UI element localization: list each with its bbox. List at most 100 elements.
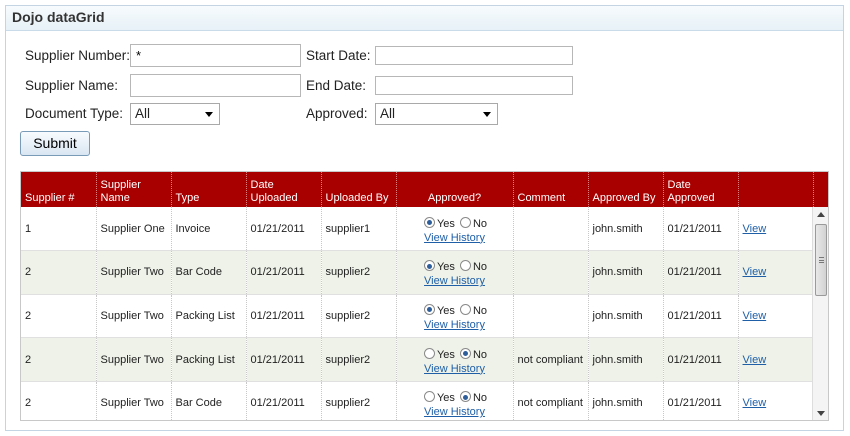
cell-type: Packing List — [171, 294, 247, 339]
cell-approved-by: john.smith — [588, 207, 664, 252]
cell-supplier-name: Supplier Two — [96, 337, 172, 382]
cell-supplier-name: Supplier Two — [96, 381, 172, 420]
header-type[interactable]: Type — [171, 172, 247, 207]
table-row[interactable]: 2 Supplier Two Packing List 01/21/2011 suppl… — [21, 294, 828, 339]
cell-approved-by: john.smith — [588, 250, 664, 295]
start-date-label: Start Date: — [306, 48, 371, 63]
approved-no-radio[interactable] — [459, 391, 471, 403]
table-row[interactable]: 2 Supplier Two Bar Code 01/21/2011 supplier2… — [21, 381, 828, 420]
header-comment[interactable]: Comment — [513, 172, 589, 207]
document-type-value: All — [135, 106, 151, 121]
view-history-link[interactable]: View History — [424, 319, 485, 331]
approved-no-radio[interactable] — [459, 347, 471, 359]
cell-approved: Yes No View History — [396, 294, 514, 339]
header-supplier-name[interactable]: Supplier Name — [96, 172, 172, 207]
scroll-up-arrow-icon[interactable] — [817, 212, 825, 217]
supplier-number-input[interactable] — [130, 44, 301, 67]
cell-date-uploaded: 01/21/2011 — [246, 337, 322, 382]
view-history-link[interactable]: View History — [424, 406, 485, 418]
cell-uploaded-by: supplier1 — [321, 207, 397, 252]
no-label: No — [472, 392, 488, 405]
header-scroll-spacer — [813, 172, 828, 207]
cell-uploaded-by: supplier2 — [321, 337, 397, 382]
view-link[interactable]: View — [743, 266, 767, 278]
cell-supplier-no: 2 — [21, 337, 97, 382]
cell-date-uploaded: 01/21/2011 — [246, 294, 322, 339]
cell-approved: Yes No View History — [396, 337, 514, 382]
cell-supplier-no: 2 — [21, 250, 97, 295]
approved-value: All — [380, 106, 396, 121]
end-date-input[interactable] — [375, 76, 573, 95]
cell-comment — [513, 207, 589, 252]
view-history-link[interactable]: View History — [424, 232, 485, 244]
approved-yes-radio[interactable] — [423, 260, 435, 272]
cell-uploaded-by: supplier2 — [321, 250, 397, 295]
grid-scrollbar[interactable] — [812, 207, 828, 420]
cell-comment: not compliant — [513, 337, 589, 382]
cell-comment — [513, 250, 589, 295]
cell-date-approved: 01/21/2011 — [663, 250, 739, 295]
header-approved[interactable]: Approved? — [396, 172, 514, 207]
submit-button[interactable]: Submit — [20, 131, 90, 156]
no-label: No — [472, 348, 488, 361]
view-history-link[interactable]: View History — [424, 363, 485, 375]
cell-date-uploaded: 01/21/2011 — [246, 250, 322, 295]
table-row[interactable]: 2 Supplier Two Packing List 01/21/2011 suppl… — [21, 337, 828, 382]
cell-view: View — [738, 381, 814, 420]
chevron-down-icon — [483, 112, 491, 117]
yes-label: Yes — [436, 392, 455, 405]
cell-supplier-no: 2 — [21, 381, 97, 420]
grid-header-row: Supplier # Supplier Name Type Date Uploade… — [21, 172, 828, 207]
view-history-link[interactable]: View History — [424, 275, 485, 287]
view-link[interactable]: View — [743, 354, 767, 366]
approved-yes-radio[interactable] — [423, 216, 435, 228]
header-supplier-no[interactable]: Supplier # — [21, 172, 97, 207]
approved-yes-radio[interactable] — [423, 303, 435, 315]
supplier-name-input[interactable] — [130, 74, 301, 97]
approved-no-radio[interactable] — [459, 260, 471, 272]
view-link[interactable]: View — [743, 310, 767, 322]
cell-uploaded-by: supplier2 — [321, 294, 397, 339]
table-row[interactable]: 2 Supplier Two Bar Code 01/21/2011 supplier2… — [21, 250, 828, 295]
view-link[interactable]: View — [743, 223, 767, 235]
approved-select[interactable]: All — [375, 103, 498, 125]
cell-type: Invoice — [171, 207, 247, 252]
supplier-name-label: Supplier Name: — [25, 78, 119, 93]
approved-no-radio[interactable] — [459, 216, 471, 228]
approved-no-radio[interactable] — [459, 303, 471, 315]
supplier-number-label: Supplier Number: — [25, 48, 131, 63]
document-type-select[interactable]: All — [130, 103, 220, 125]
cell-supplier-name: Supplier One — [96, 207, 172, 252]
cell-date-uploaded: 01/21/2011 — [246, 207, 322, 252]
scroll-down-arrow-icon[interactable] — [817, 411, 825, 416]
start-date-input[interactable] — [375, 46, 573, 65]
cell-comment — [513, 294, 589, 339]
no-label: No — [472, 261, 488, 274]
cell-view: View — [738, 250, 814, 295]
table-row[interactable]: 1 Supplier One Invoice 01/21/2011 supplier1 … — [21, 207, 828, 252]
approved-yes-radio[interactable] — [423, 347, 435, 359]
no-label: No — [472, 304, 488, 317]
approved-yes-radio[interactable] — [423, 391, 435, 403]
view-link[interactable]: View — [743, 397, 767, 409]
cell-view: View — [738, 337, 814, 382]
cell-type: Bar Code — [171, 250, 247, 295]
cell-type: Packing List — [171, 337, 247, 382]
cell-date-approved: 01/21/2011 — [663, 337, 739, 382]
cell-approved-by: john.smith — [588, 337, 664, 382]
cell-approved-by: john.smith — [588, 381, 664, 420]
cell-approved: Yes No View History — [396, 381, 514, 420]
yes-label: Yes — [436, 348, 455, 361]
yes-label: Yes — [436, 217, 455, 230]
header-date-approved[interactable]: Date Approved — [663, 172, 739, 207]
scroll-thumb[interactable] — [815, 224, 827, 296]
header-date-uploaded[interactable]: Date Uploaded — [246, 172, 322, 207]
cell-approved: Yes No View History — [396, 207, 514, 252]
no-label: No — [472, 217, 488, 230]
header-approved-by[interactable]: Approved By — [588, 172, 664, 207]
header-uploaded-by[interactable]: Uploaded By — [321, 172, 397, 207]
header-view — [738, 172, 814, 207]
yes-label: Yes — [436, 261, 455, 274]
yes-label: Yes — [436, 304, 455, 317]
grip-icon — [819, 257, 824, 263]
